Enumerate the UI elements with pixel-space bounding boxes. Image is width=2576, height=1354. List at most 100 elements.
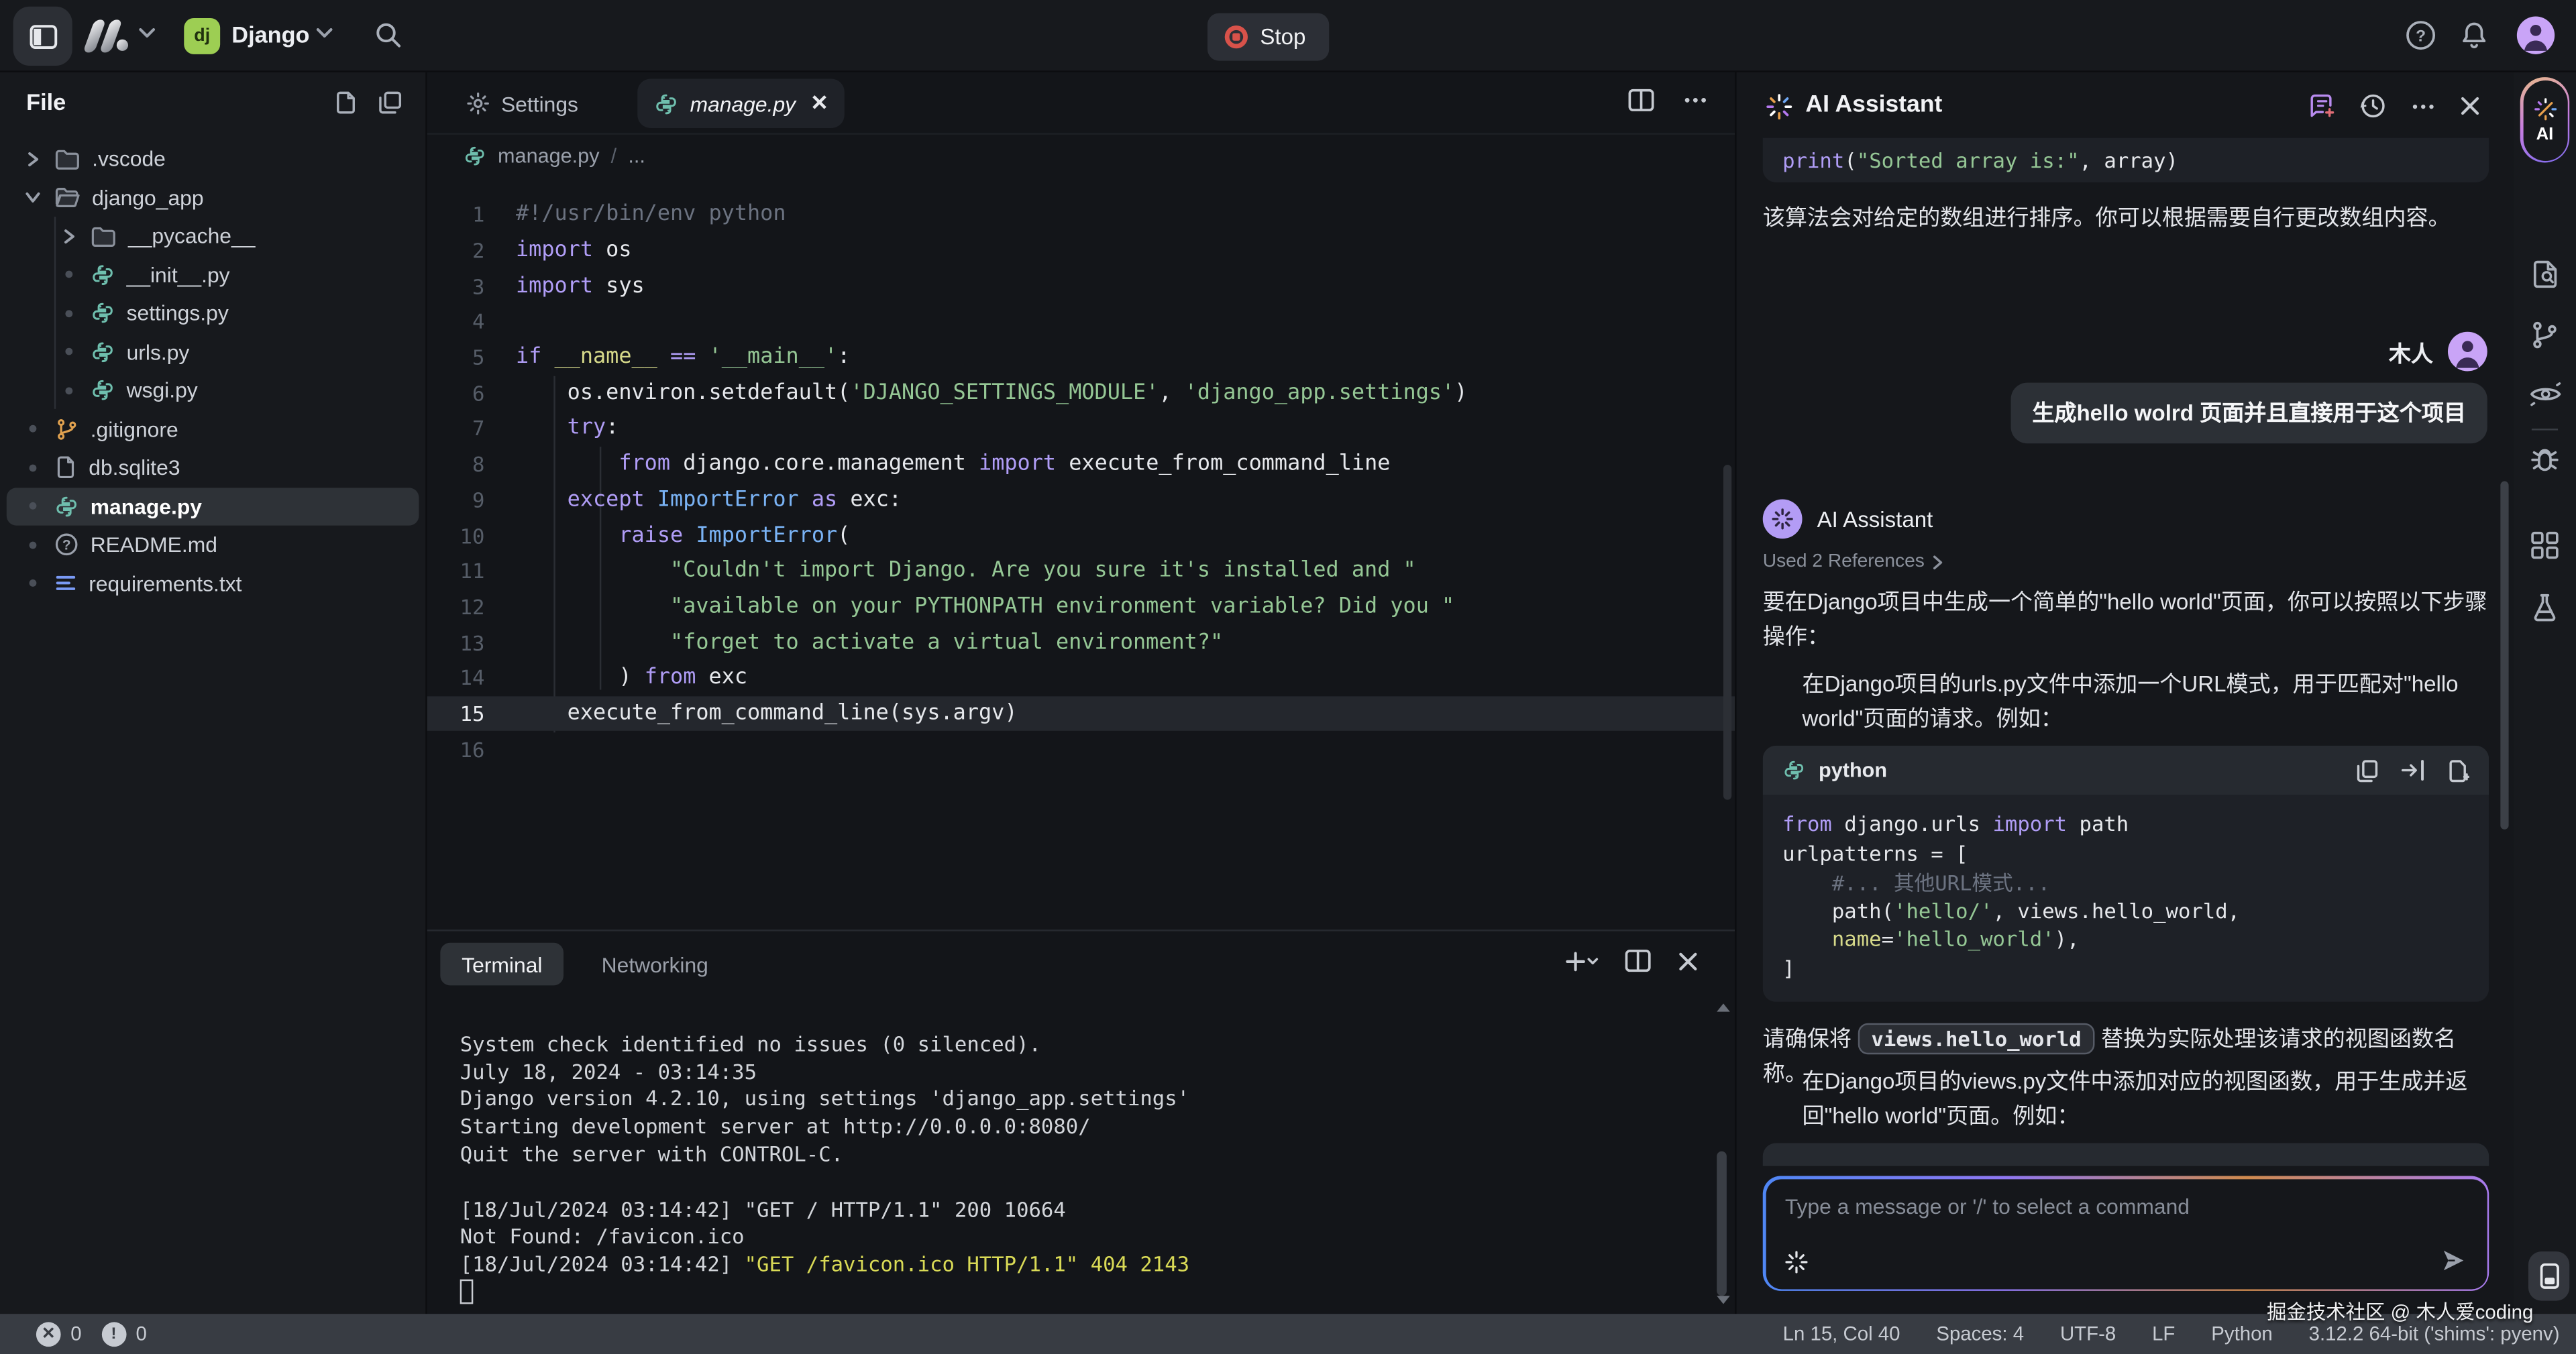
python-icon bbox=[91, 339, 115, 364]
split-terminal-icon[interactable] bbox=[1625, 950, 1651, 972]
terminal-output[interactable]: System check identified no issues (0 sil… bbox=[460, 1030, 1189, 1278]
code-line-7: 7 try: bbox=[427, 411, 1735, 447]
status-items: Ln 15, Col 40 Spaces: 4 UTF-8 LF Python 3.12.… bbox=[1783, 1322, 2576, 1345]
send-icon[interactable] bbox=[2439, 1246, 2467, 1274]
errors-icon[interactable]: ✕ bbox=[36, 1322, 61, 1347]
rail-divider bbox=[2532, 429, 2558, 430]
python-icon bbox=[654, 91, 679, 116]
chat-input-placeholder: Type a message or '/' to select a comman… bbox=[1785, 1193, 2190, 1218]
code-language-label: python bbox=[1819, 758, 1887, 781]
extensions-grid-icon[interactable] bbox=[2528, 529, 2561, 562]
top-bar: dj Django Stop ? bbox=[0, 0, 2576, 72]
close-icon[interactable] bbox=[2459, 92, 2481, 120]
file-tree-item-README.md[interactable]: ?README.md bbox=[7, 526, 419, 565]
split-editor-icon[interactable] bbox=[1628, 89, 1654, 111]
debug-bug-icon[interactable] bbox=[2528, 443, 2561, 476]
line-number: 2 bbox=[427, 238, 516, 263]
chat-scrollbar[interactable] bbox=[2500, 482, 2508, 830]
tab-networking[interactable]: Networking bbox=[580, 943, 730, 986]
line-number: 6 bbox=[427, 381, 516, 406]
help-icon[interactable]: ? bbox=[2405, 19, 2436, 51]
dot-icon bbox=[59, 303, 78, 323]
stop-label: Stop bbox=[1260, 25, 1305, 50]
sidebar-toggle-button[interactable] bbox=[13, 7, 72, 66]
new-file-from-code-icon[interactable] bbox=[2447, 758, 2469, 783]
test-flask-icon[interactable] bbox=[2528, 591, 2561, 624]
new-chat-icon[interactable] bbox=[2308, 92, 2337, 120]
git-branch-icon[interactable] bbox=[2528, 319, 2561, 351]
user-avatar[interactable] bbox=[2517, 16, 2555, 54]
ai-rail-label: AI bbox=[2536, 124, 2554, 144]
stop-button[interactable]: Stop bbox=[1208, 13, 1329, 61]
file-tree-item-wsgi.py[interactable]: wsgi.py bbox=[7, 371, 419, 410]
python-icon bbox=[91, 262, 115, 287]
status-item-6[interactable]: 3.12.2 64-bit ('shims': pyenv) bbox=[2309, 1322, 2560, 1345]
collapse-all-icon[interactable] bbox=[378, 91, 402, 115]
file-tree-item-.vscode[interactable]: .vscode bbox=[7, 139, 419, 178]
dot-icon bbox=[23, 535, 42, 555]
code-line-11: 11 "Couldn't import Django. Are you sure… bbox=[427, 553, 1735, 589]
bell-icon[interactable] bbox=[2459, 19, 2489, 51]
references-toggle[interactable]: Used 2 References bbox=[1763, 552, 1944, 571]
editor-area: Settings manage.py ✕ ma bbox=[427, 72, 1735, 1314]
file-search-icon[interactable] bbox=[2528, 258, 2561, 290]
file-tree-item-manage.py[interactable]: manage.py bbox=[7, 487, 419, 526]
breadcrumb[interactable]: manage.py / ... bbox=[464, 145, 645, 168]
more-icon[interactable] bbox=[2410, 92, 2436, 120]
stop-icon bbox=[1224, 25, 1248, 50]
status-item-2[interactable]: Spaces: 4 bbox=[1936, 1322, 2024, 1345]
python-icon bbox=[54, 494, 79, 519]
chat-input[interactable]: Type a message or '/' to select a comman… bbox=[1765, 1178, 2486, 1288]
editor-scrollbar[interactable] bbox=[1723, 465, 1731, 800]
chat-code-snippet: print("Sorted array is:", array) bbox=[1763, 138, 2489, 182]
app-logo[interactable] bbox=[82, 18, 131, 54]
sparkle-icon[interactable] bbox=[1783, 1249, 1808, 1274]
insert-code-icon[interactable] bbox=[2400, 758, 2425, 783]
django-badge: dj bbox=[184, 18, 220, 54]
folder-open-icon bbox=[54, 186, 80, 209]
warnings-icon[interactable]: ! bbox=[101, 1322, 126, 1347]
status-item-3[interactable]: UTF-8 bbox=[2060, 1322, 2116, 1345]
copy-icon[interactable] bbox=[2356, 758, 2379, 783]
history-icon[interactable] bbox=[2359, 92, 2387, 120]
file-tree-item-settings.py[interactable]: settings.py bbox=[7, 294, 419, 333]
more-icon[interactable] bbox=[1682, 89, 1709, 111]
file-tree-item-.gitignore[interactable]: .gitignore bbox=[7, 410, 419, 449]
search-icon[interactable] bbox=[374, 21, 402, 50]
status-item-4[interactable]: LF bbox=[2152, 1322, 2175, 1345]
ai-assistant-rail-button[interactable]: AI bbox=[2520, 77, 2569, 162]
code-review-eye-icon[interactable] bbox=[2528, 381, 2563, 407]
new-file-icon[interactable] bbox=[333, 91, 358, 115]
close-terminal-icon[interactable] bbox=[1677, 950, 1699, 972]
file-tree-item-urls.py[interactable]: urls.py bbox=[7, 333, 419, 372]
file-tree-item-requirements.txt[interactable]: requirements.txt bbox=[7, 564, 419, 603]
warning-count: 0 bbox=[136, 1322, 147, 1345]
new-terminal-icon[interactable] bbox=[1566, 950, 1599, 972]
line-number: 5 bbox=[427, 345, 516, 370]
chat-code-block: python from django.urls import pathurlpa… bbox=[1763, 746, 2489, 1002]
breadcrumb-file[interactable]: manage.py bbox=[498, 145, 599, 168]
terminal-scrollbar[interactable] bbox=[1713, 1003, 1729, 1304]
device-preview-button[interactable] bbox=[2528, 1251, 2569, 1300]
file-tree-item-__pycache__[interactable]: __pycache__ bbox=[7, 217, 419, 256]
line-number: 10 bbox=[427, 523, 516, 548]
code-line-13: 13 "forget to activate a virtual environ… bbox=[427, 624, 1735, 660]
status-item-1[interactable]: Ln 15, Col 40 bbox=[1783, 1322, 1900, 1345]
tab-manage-py[interactable]: manage.py ✕ bbox=[637, 79, 845, 128]
file-tree-item-db.sqlite3[interactable]: db.sqlite3 bbox=[7, 449, 419, 488]
scroll-up-icon[interactable] bbox=[1717, 1003, 1730, 1011]
breadcrumb-more[interactable]: ... bbox=[628, 145, 645, 168]
tab-settings[interactable]: Settings bbox=[450, 79, 594, 128]
tab-terminal[interactable]: Terminal bbox=[440, 943, 564, 986]
code-editor[interactable]: 1#!/usr/bin/env python2import os3import … bbox=[427, 197, 1735, 767]
file-tree-item-django_app[interactable]: django_app bbox=[7, 178, 419, 217]
scrollbar-thumb[interactable] bbox=[1717, 1151, 1727, 1296]
close-tab-icon[interactable]: ✕ bbox=[810, 91, 828, 117]
project-selector[interactable]: Django bbox=[231, 21, 309, 48]
ai-code-line-6: ] bbox=[1782, 954, 2469, 982]
scroll-down-icon[interactable] bbox=[1717, 1296, 1730, 1304]
file-tree-item-__init__.py[interactable]: __init__.py bbox=[7, 256, 419, 294]
status-item-5[interactable]: Python bbox=[2211, 1322, 2272, 1345]
chevron-down-icon[interactable] bbox=[315, 26, 333, 40]
chevron-down-icon[interactable] bbox=[138, 26, 156, 40]
